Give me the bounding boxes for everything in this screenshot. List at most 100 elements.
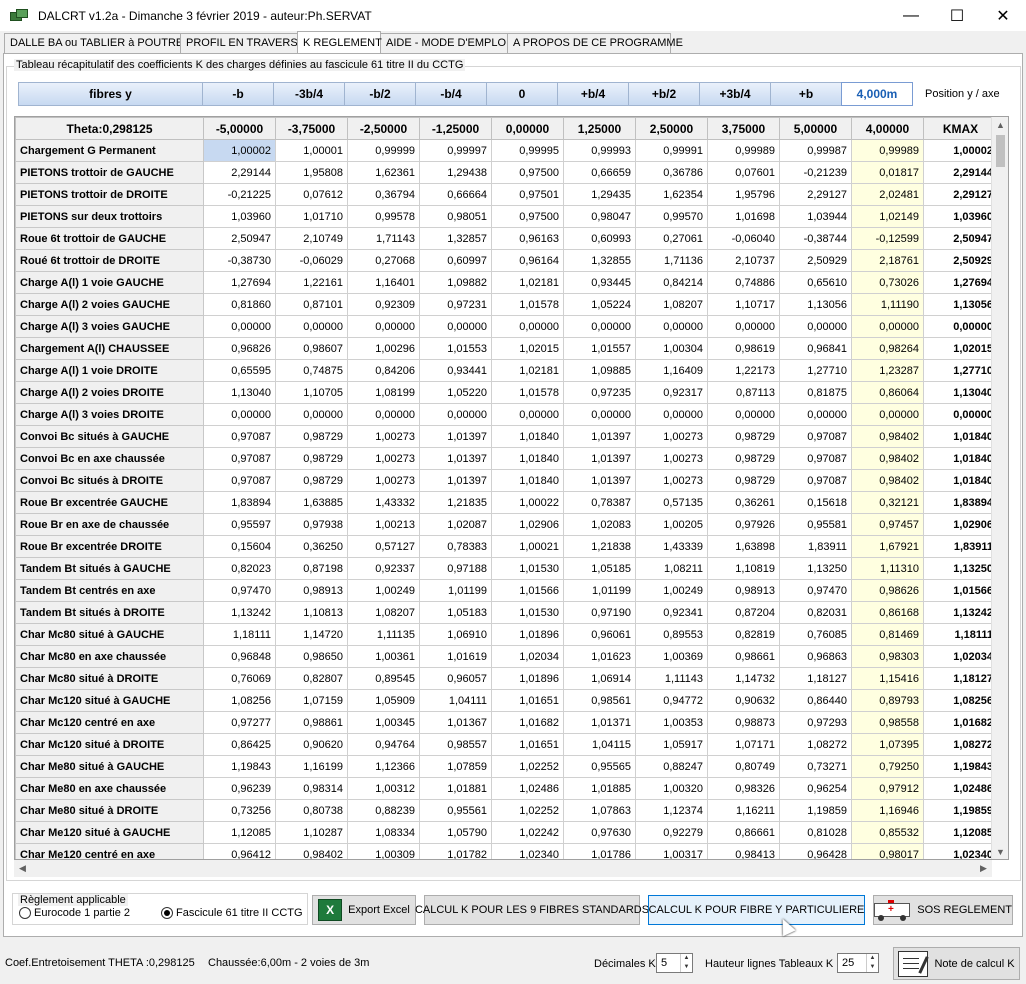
horizontal-scrollbar[interactable]: ◀ ▶ [14, 860, 992, 877]
table-cell[interactable]: 1,01651 [491, 733, 564, 756]
table-cell[interactable]: 0,97470 [203, 579, 276, 602]
table-cell[interactable]: 0,00000 [275, 403, 348, 426]
table-cell[interactable]: 0,96863 [779, 645, 852, 668]
row-label[interactable]: Charge A(l) 3 voies GAUCHE [15, 315, 204, 338]
vertical-scrollbar[interactable]: ▲ ▼ [991, 117, 1008, 859]
radio-fascicule-dot[interactable] [161, 907, 173, 919]
kmax-cell[interactable]: 1,83894 [923, 491, 998, 514]
kmax-cell[interactable]: 1,08256 [923, 689, 998, 712]
table-cell[interactable]: 1,13056 [779, 293, 852, 316]
kmax-cell[interactable]: 1,27710 [923, 359, 998, 382]
table-cell[interactable]: 0,00000 [635, 315, 708, 338]
table-cell[interactable]: 0,95565 [563, 755, 636, 778]
table-cell[interactable]: 1,12085 [203, 821, 276, 844]
kmax-cell[interactable]: 1,01840 [923, 425, 998, 448]
table-cell[interactable]: 1,01896 [491, 623, 564, 646]
table-cell[interactable]: 1,11143 [635, 667, 708, 690]
table-cell[interactable]: 0,97500 [491, 205, 564, 228]
row-label[interactable]: Chargement G Permanent [15, 139, 204, 162]
table-cell[interactable]: 1,01840 [491, 447, 564, 470]
kmax-cell[interactable]: 2,29127 [923, 183, 998, 206]
table-cell[interactable]: 1,16401 [347, 271, 420, 294]
table-cell[interactable]: 1,01367 [419, 711, 492, 734]
kmax-cell[interactable]: 1,83911 [923, 535, 998, 558]
radio-eurocode[interactable]: Eurocode 1 partie 2 [19, 907, 130, 919]
table-cell[interactable]: 1,01397 [563, 447, 636, 470]
table-cell[interactable]: 2,50947 [203, 227, 276, 250]
kmax-cell[interactable]: 1,02034 [923, 645, 998, 668]
table-cell[interactable]: 1,00001 [275, 139, 348, 162]
table-cell[interactable]: 1,22173 [707, 359, 780, 382]
table-cell[interactable]: 1,01371 [563, 711, 636, 734]
table-cell[interactable]: 0,00000 [851, 315, 924, 338]
kmax-cell[interactable]: 1,18111 [923, 623, 998, 646]
table-cell[interactable]: 0,92309 [347, 293, 420, 316]
table-cell[interactable]: 0,99993 [563, 139, 636, 162]
table-cell[interactable]: 1,01710 [275, 205, 348, 228]
table-cell[interactable]: 0,87198 [275, 557, 348, 580]
table-cell[interactable]: 0,60997 [419, 249, 492, 272]
table-row[interactable]: Roue Br en axe de chaussée 0,95597 0,97938… [15, 513, 998, 536]
table-cell[interactable]: 1,10717 [707, 293, 780, 316]
table-cell[interactable]: 1,02083 [563, 513, 636, 536]
table-cell[interactable]: 0,97630 [563, 821, 636, 844]
table-cell[interactable]: 1,01199 [563, 579, 636, 602]
table-cell[interactable]: 0,86661 [707, 821, 780, 844]
kmax-cell[interactable]: 1,08272 [923, 733, 998, 756]
table-cell[interactable]: 1,10819 [707, 557, 780, 580]
kmax-cell[interactable]: 1,01566 [923, 579, 998, 602]
table-cell[interactable]: 0,97190 [563, 601, 636, 624]
table-cell[interactable]: 0,97087 [779, 425, 852, 448]
table-row[interactable]: Char Me120 situé à GAUCHE 1,12085 1,10287 1… [15, 821, 998, 844]
table-cell[interactable]: 1,83894 [203, 491, 276, 514]
table-cell[interactable]: 0,00000 [347, 315, 420, 338]
table-cell[interactable]: 1,21838 [563, 535, 636, 558]
kmax-cell[interactable]: 1,19859 [923, 799, 998, 822]
table-cell[interactable]: 1,01566 [491, 579, 564, 602]
table-cell[interactable]: 0,00000 [707, 403, 780, 426]
table-cell[interactable]: 0,98303 [851, 645, 924, 668]
table-cell[interactable]: 1,01578 [491, 381, 564, 404]
table-cell[interactable]: 0,87204 [707, 601, 780, 624]
table-row[interactable]: Char Mc120 situé à GAUCHE 1,08256 1,07159 1… [15, 689, 998, 712]
table-cell[interactable]: 1,10813 [275, 601, 348, 624]
table-cell[interactable]: 1,01682 [491, 711, 564, 734]
table-cell[interactable]: 2,18761 [851, 249, 924, 272]
table-cell[interactable]: 1,05224 [563, 293, 636, 316]
kmax-cell[interactable]: 1,01840 [923, 447, 998, 470]
table-cell[interactable]: 0,65595 [203, 359, 276, 382]
table-cell[interactable]: 1,00273 [347, 469, 420, 492]
tab-dalle[interactable]: DALLE BA ou TABLIER à POUTRES [4, 33, 191, 53]
table-cell[interactable]: 0,81860 [203, 293, 276, 316]
table-cell[interactable]: -0,38730 [203, 249, 276, 272]
table-row[interactable]: Tandem Bt centrés en axe 0,97470 0,98913 1,… [15, 579, 998, 602]
table-cell[interactable]: 0,00000 [203, 403, 276, 426]
table-cell[interactable]: 0,95597 [203, 513, 276, 536]
table-cell[interactable]: 1,01397 [419, 447, 492, 470]
calc-9-fibres-button[interactable]: CALCUL K POUR LES 9 FIBRES STANDARDS [415, 895, 649, 925]
tab-profil[interactable]: PROFIL EN TRAVERS [180, 33, 298, 53]
table-cell[interactable]: 0,98913 [275, 579, 348, 602]
table-cell[interactable]: 1,08334 [347, 821, 420, 844]
table-cell[interactable]: 0,97500 [491, 161, 564, 184]
row-label[interactable]: Char Mc120 centré en axe [15, 711, 204, 734]
table-cell[interactable]: 1,67921 [851, 535, 924, 558]
table-cell[interactable]: 0,98051 [419, 205, 492, 228]
table-cell[interactable]: 1,12374 [635, 799, 708, 822]
table-cell[interactable]: 0,97501 [491, 183, 564, 206]
table-cell[interactable]: 1,01840 [491, 469, 564, 492]
note-calcul-button[interactable]: Note de calcul K [893, 947, 1020, 980]
table-cell[interactable]: 0,73026 [851, 271, 924, 294]
sos-reglement-button[interactable]: + SOS REGLEMENT [873, 895, 1013, 925]
table-cell[interactable]: 1,01397 [563, 469, 636, 492]
table-cell[interactable]: 1,00273 [347, 425, 420, 448]
table-cell[interactable]: 1,00021 [491, 535, 564, 558]
table-row[interactable]: Charge A(l) 2 voies DROITE 1,13040 1,10705… [15, 381, 998, 404]
table-row[interactable]: Char Me80 situé à GAUCHE 1,19843 1,16199 1,… [15, 755, 998, 778]
table-cell[interactable]: -0,06029 [275, 249, 348, 272]
radio-eurocode-dot[interactable] [19, 907, 31, 919]
table-cell[interactable]: 1,01786 [563, 843, 636, 859]
table-cell[interactable]: 0,00000 [779, 315, 852, 338]
table-row[interactable]: Char Me80 en axe chaussée 0,96239 0,98314 1… [15, 777, 998, 800]
table-cell[interactable]: 1,08199 [347, 381, 420, 404]
